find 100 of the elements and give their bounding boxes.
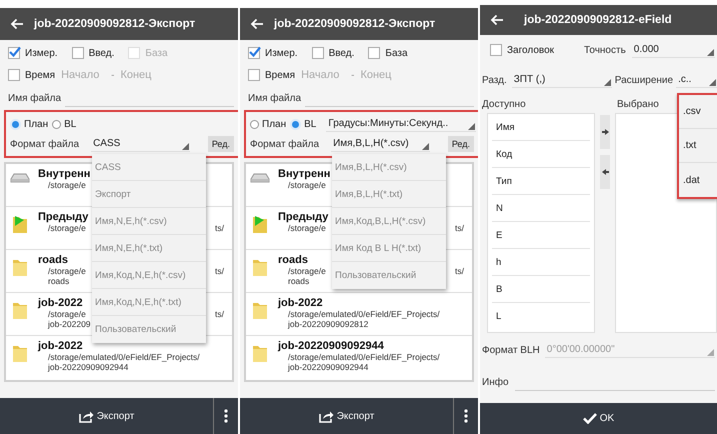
menu-item[interactable]: .dat (679, 163, 717, 197)
file-list-item[interactable]: job-2022 /storage/emulated/0/eField/EF_Projects/ job-20220909092812 (246, 293, 472, 336)
file-name: roads (278, 254, 308, 266)
file-name: job-2022 (38, 340, 83, 352)
menu-item[interactable]: .csv (679, 95, 717, 129)
end-time-field[interactable]: Конец (360, 69, 404, 81)
checkbox[interactable]: Измер. (248, 47, 298, 59)
file-name: Внутренн (278, 168, 330, 180)
checkbox[interactable]: Измер. (8, 47, 58, 59)
file-name: roads (38, 254, 68, 266)
dropdown-triangle-icon (422, 142, 429, 150)
folder-icon (10, 343, 30, 363)
radio-button[interactable]: BL (52, 118, 76, 130)
extension-label: Расширение (614, 74, 674, 86)
start-time-field[interactable]: Начало (301, 69, 346, 81)
precision-dropdown[interactable]: 0.000 (632, 42, 715, 58)
start-time-field[interactable]: Начало (61, 69, 106, 81)
export-button[interactable]: Экспорт (0, 398, 213, 434)
angle-format-dropdown[interactable]: Градусы:Минуты:Секунд.. (326, 116, 476, 132)
list-item[interactable]: Код (492, 141, 590, 168)
precision-label: Точность (584, 44, 626, 56)
drive-icon (10, 171, 30, 185)
screen-title: job-20220909092812-Экспорт (34, 18, 196, 30)
file-name: Предыду (278, 211, 328, 223)
dropdown-triangle-icon (182, 142, 189, 150)
file-path: /storage/emulated/0/eField/EF_Projects/ (288, 352, 440, 362)
dropdown-triangle-icon (709, 78, 716, 86)
list-item[interactable]: Тип (492, 168, 590, 195)
radio-button[interactable]: BL (290, 118, 316, 130)
export-button[interactable]: Экспорт (240, 398, 453, 434)
ok-button[interactable]: OK (480, 403, 717, 434)
available-label: Доступно (482, 98, 527, 110)
info-label: Инфо (482, 376, 508, 388)
list-item[interactable]: B (492, 276, 590, 303)
file-name: Предыду (38, 211, 88, 223)
file-list-item[interactable]: job-20220909092944 /storage/emulated/0/eField/EF_Projects/ job-20220909092944 (246, 336, 472, 379)
checkbox[interactable]: Введ. (72, 47, 114, 59)
dropdown-triangle-icon (707, 348, 714, 356)
dropdown-triangle-icon (707, 48, 714, 56)
file-format-dropdown[interactable]: Имя,B,L,H(*.csv) (331, 136, 430, 152)
file-name: job-20220909092944 (278, 340, 384, 352)
back-icon[interactable] (490, 14, 504, 26)
list-item[interactable]: E (492, 222, 590, 249)
edit-button[interactable]: Ред. (448, 136, 474, 152)
file-path: job-20220909092944 (46, 362, 128, 372)
file-path: /storage/emulated/0/eField/EF_Projects/ (48, 352, 200, 362)
checkbox[interactable]: Введ. (312, 47, 354, 59)
file-path: /storage/e (288, 266, 326, 276)
checkmark-icon (249, 46, 261, 57)
file-path: /storage/e (48, 309, 86, 319)
back-icon[interactable] (250, 18, 264, 30)
drive-icon (250, 171, 270, 185)
folder-icon (250, 300, 270, 320)
file-name: job-2022 (38, 297, 83, 309)
file-path: ts/ (455, 266, 464, 276)
dropdown-triangle-icon (468, 122, 475, 130)
file-path: /storage/emulated/0/eField/EF_Projects/ (288, 309, 440, 319)
folder-icon (10, 257, 30, 277)
back-icon[interactable] (10, 18, 24, 30)
folder-icon (250, 257, 270, 277)
edit-button[interactable]: Ред. (208, 136, 234, 152)
radio-button[interactable]: План (10, 118, 48, 130)
checkmark-icon (582, 413, 597, 424)
list-item[interactable]: N (492, 195, 590, 222)
more-icon[interactable] (464, 409, 468, 423)
extension-dropdown[interactable]: .c.. (676, 72, 717, 88)
list-item[interactable]: Имя (492, 114, 590, 141)
right-arrow-icon (602, 129, 608, 135)
list-item[interactable]: h (492, 249, 590, 276)
separator-dropdown[interactable]: ЗПТ (,) (512, 72, 612, 88)
file-name: job-2022 (278, 297, 323, 309)
end-time-field[interactable]: Конец (120, 69, 164, 81)
file-path: job-202209 (46, 319, 91, 329)
add-button[interactable] (600, 115, 610, 149)
file-path: ts/ (215, 266, 224, 276)
checkbox[interactable]: Заголовок (490, 44, 554, 56)
file-name: Внутренн (38, 168, 90, 180)
checkbox[interactable]: Время (8, 69, 56, 81)
file-name-label: Имя файла (248, 92, 302, 104)
file-path: job-20220909092812 (286, 319, 368, 329)
file-path: roads (287, 276, 310, 286)
left-arrow-icon (602, 169, 608, 175)
file-path: /storage/e (48, 223, 86, 233)
file-format-dropdown[interactable]: CASS (91, 136, 190, 152)
file-path: /storage/e (288, 180, 326, 190)
range-separator: - (111, 70, 114, 80)
folder-icon (10, 300, 30, 320)
remove-button[interactable] (600, 155, 610, 189)
menu-item[interactable]: .txt (679, 129, 717, 163)
file-format-label: Формат файла (250, 138, 320, 150)
checkbox[interactable]: Время (248, 69, 296, 81)
file-format-label: Формат файла (10, 138, 80, 150)
list-item[interactable]: L (492, 303, 590, 330)
checkmark-icon (9, 46, 21, 57)
radio-button[interactable]: План (250, 118, 286, 130)
file-path: /storage/e (48, 266, 86, 276)
more-icon[interactable] (224, 409, 228, 423)
folder-icon (250, 343, 270, 363)
file-path: /storage/e (48, 180, 86, 190)
checkbox[interactable]: База (368, 47, 408, 59)
